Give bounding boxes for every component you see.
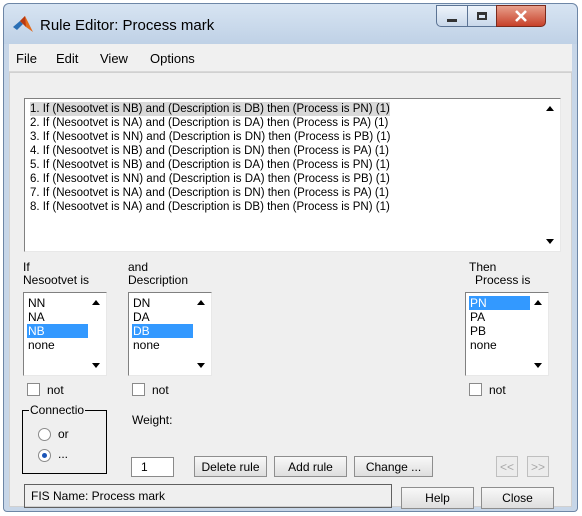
matlab-logo-icon [13, 16, 33, 32]
list-item[interactable]: DA [132, 310, 195, 324]
if-variable-label: Nesootvet is [23, 273, 90, 287]
scroll-down-icon[interactable] [92, 363, 100, 368]
minimize-button[interactable] [436, 5, 468, 27]
close-window-button[interactable] [496, 5, 546, 27]
connection-legend: Connectio [29, 403, 86, 417]
weight-input[interactable]: 1 [131, 457, 174, 477]
list-item[interactable]: PB [469, 324, 532, 338]
scroll-down-icon[interactable] [534, 363, 542, 368]
editor-panel: 1. If (Nesootvet is NB) and (Description… [9, 72, 572, 509]
or-label: or [58, 427, 69, 441]
list-item-selected[interactable]: DB [132, 324, 195, 338]
rule-item[interactable]: 5. If (Nesootvet is NB) and (Description… [30, 158, 390, 172]
window-title: Rule Editor: Process mark [40, 17, 215, 34]
then-membership-list[interactable]: PN PA PB none [465, 292, 549, 376]
weight-label: Weight: [132, 413, 173, 427]
list-item[interactable]: none [27, 338, 90, 352]
previous-page-button[interactable]: << [496, 456, 518, 477]
rule-item[interactable]: 4. If (Nesootvet is NB) and (Description… [30, 144, 389, 158]
list-item[interactable]: none [132, 338, 195, 352]
close-button[interactable]: Close [481, 487, 554, 509]
next-page-button[interactable]: >> [527, 456, 549, 477]
close-icon [515, 10, 527, 22]
and-not-label: not [152, 383, 169, 397]
and-radio[interactable] [38, 449, 51, 462]
change-rule-button[interactable]: Change ... [354, 456, 433, 477]
or-radio[interactable] [38, 428, 51, 441]
if-not-checkbox[interactable] [27, 383, 40, 396]
menu-view[interactable]: View [100, 51, 128, 66]
maximize-icon [477, 12, 487, 20]
title-bar: Rule Editor: Process mark [4, 4, 577, 44]
scroll-down-icon[interactable] [197, 363, 205, 368]
menu-file[interactable]: File [16, 51, 37, 66]
client-area: File Edit View Options 1. If (Nesootvet … [9, 44, 572, 509]
rule-item[interactable]: 6. If (Nesootvet is NN) and (Description… [30, 172, 390, 186]
and-membership-list[interactable]: DN DA DB none [128, 292, 212, 376]
rule-list-scrollbar[interactable] [542, 100, 559, 250]
then-not-label: not [489, 383, 506, 397]
rule-item[interactable]: 1. If (Nesootvet is NB) and (Description… [30, 102, 390, 116]
list-item-selected[interactable]: PN [469, 296, 532, 310]
rule-item[interactable]: 2. If (Nesootvet is NA) and (Description… [30, 116, 388, 130]
rule-item[interactable]: 8. If (Nesootvet is NA) and (Description… [30, 200, 390, 214]
list-item[interactable]: DN [132, 296, 195, 310]
menu-options[interactable]: Options [150, 51, 195, 66]
rule-item[interactable]: 3. If (Nesootvet is NN) and (Description… [30, 130, 390, 144]
menu-edit[interactable]: Edit [56, 51, 78, 66]
then-not-checkbox[interactable] [469, 383, 482, 396]
help-button[interactable]: Help [401, 487, 474, 509]
maximize-button[interactable] [467, 5, 497, 27]
delete-rule-button[interactable]: Delete rule [194, 456, 267, 477]
then-variable-label: Process is [475, 273, 531, 287]
if-membership-list[interactable]: NN NA NB none [23, 292, 107, 376]
connection-group: Connectio or ... [22, 403, 107, 474]
add-rule-button[interactable]: Add rule [274, 456, 347, 477]
rule-editor-window: Rule Editor: Process mark File Edit View… [3, 3, 578, 512]
and-variable-label: Description [128, 273, 189, 287]
list-item[interactable]: NA [27, 310, 90, 324]
and-list-scrollbar[interactable] [193, 294, 210, 374]
scroll-up-icon[interactable] [197, 300, 205, 305]
list-item[interactable]: NN [27, 296, 90, 310]
scroll-down-icon[interactable] [546, 239, 554, 244]
rule-item[interactable]: 7. If (Nesootvet is NA) and (Description… [30, 186, 389, 200]
and-not-checkbox[interactable] [132, 383, 145, 396]
minimize-icon [447, 18, 457, 22]
scroll-up-icon[interactable] [92, 300, 100, 305]
if-list-scrollbar[interactable] [88, 294, 105, 374]
rule-list[interactable]: 1. If (Nesootvet is NB) and (Description… [24, 98, 561, 252]
menu-bar: File Edit View Options [9, 44, 572, 72]
if-not-label: not [47, 383, 64, 397]
then-list-scrollbar[interactable] [530, 294, 547, 374]
scroll-up-icon[interactable] [546, 106, 554, 111]
status-bar: FIS Name: Process mark [24, 484, 392, 508]
list-item[interactable]: none [469, 338, 532, 352]
and-radio-label: ... [58, 447, 69, 461]
list-item[interactable]: PA [469, 310, 532, 324]
list-item-selected[interactable]: NB [27, 324, 90, 338]
scroll-up-icon[interactable] [534, 300, 542, 305]
